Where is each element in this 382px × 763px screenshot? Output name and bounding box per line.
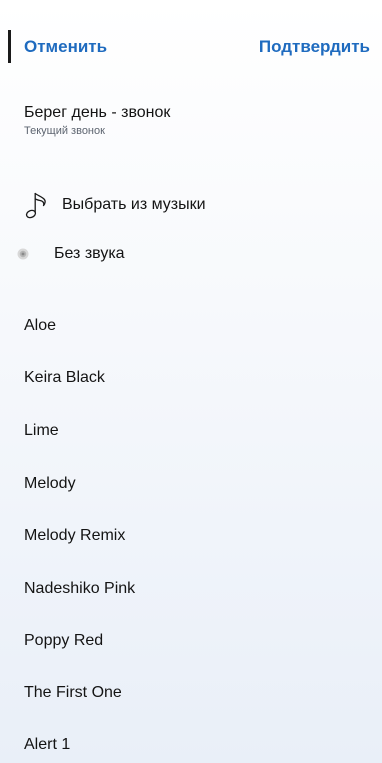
ringtone-item-melody-remix[interactable]: Melody Remix xyxy=(24,527,125,545)
pick-from-music-button[interactable]: Выбрать из музыки xyxy=(24,190,206,220)
confirm-button[interactable]: Подтвердить xyxy=(259,37,370,57)
silent-label: Без звука xyxy=(54,245,125,262)
ringtone-item-keira-black[interactable]: Keira Black xyxy=(24,369,105,387)
header-bar: Отменить Подтвердить xyxy=(0,0,382,90)
ringtone-item-the-first-one[interactable]: The First One xyxy=(24,684,122,702)
current-ringtone-title: Берег день - звонок xyxy=(24,104,171,121)
mute-icon xyxy=(14,245,32,263)
music-note-icon xyxy=(24,190,50,220)
ringtone-picker-screen: Отменить Подтвердить Берег день - звонок… xyxy=(0,0,382,763)
current-ringtone: Берег день - звонок Текущий звонок xyxy=(24,103,170,138)
ringtone-item-aloe[interactable]: Aloe xyxy=(24,317,56,335)
current-ringtone-subtitle: Текущий звонок xyxy=(24,125,105,137)
silent-option[interactable]: Без звука xyxy=(17,245,125,263)
ringtone-item-melody[interactable]: Melody xyxy=(24,475,76,493)
ringtone-item-poppy-red[interactable]: Poppy Red xyxy=(24,632,103,650)
cancel-button[interactable]: Отменить xyxy=(24,37,107,57)
ringtone-item-nadeshiko-pink[interactable]: Nadeshiko Pink xyxy=(24,580,135,598)
ringtone-item-alert-1[interactable]: Alert 1 xyxy=(24,736,70,754)
pick-from-music-label: Выбрать из музыки xyxy=(62,196,206,213)
ringtone-item-lime[interactable]: Lime xyxy=(24,422,59,440)
